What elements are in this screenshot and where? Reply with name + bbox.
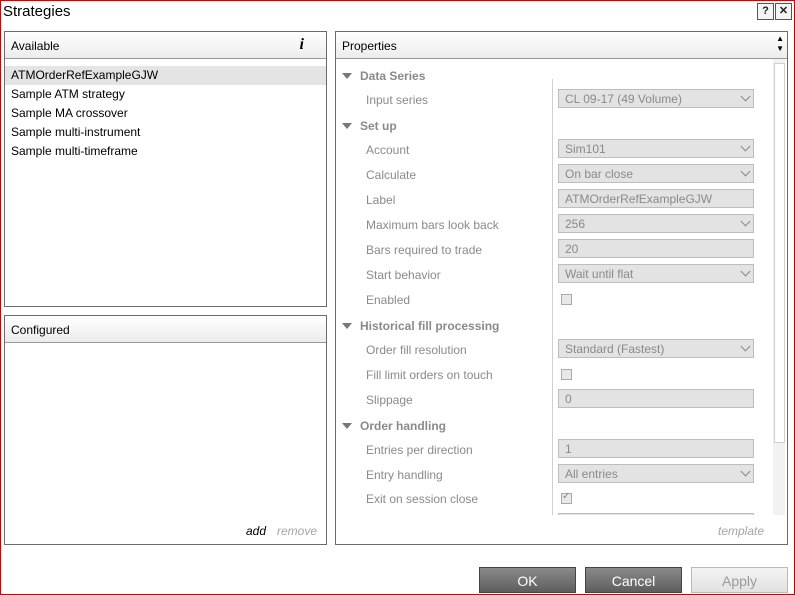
info-icon[interactable]: i <box>300 36 304 54</box>
property-checkbox[interactable] <box>561 491 572 505</box>
property-value: Sim101 <box>565 142 606 156</box>
chevron-down-icon[interactable] <box>740 141 751 152</box>
configured-title: Configured <box>11 323 70 337</box>
chevron-down-icon[interactable] <box>740 466 751 477</box>
add-link[interactable]: add <box>246 524 266 538</box>
property-label: Account <box>366 143 410 157</box>
sort-arrows-icon[interactable]: ▲ ▼ <box>776 34 784 54</box>
property-grid: Data Series Input series CL 09-17 (49 Volu… <box>336 59 772 515</box>
property-dropdown[interactable]: All entries <box>558 463 754 483</box>
strategies-window: Strategies ? ✕ Available i ATMOrderRefEx… <box>0 0 795 595</box>
title-bar[interactable]: Strategies ? ✕ <box>1 1 794 23</box>
list-item[interactable]: Sample multi-timeframe <box>5 142 326 161</box>
property-input[interactable]: ATMOrderRefExampleGJW <box>558 189 754 208</box>
property-input[interactable]: 0 <box>558 389 754 408</box>
category-label: Data Series <box>360 69 426 83</box>
configured-header: Configured <box>5 316 326 343</box>
list-item[interactable]: Sample MA crossover <box>5 104 326 123</box>
property-label: Entries per direction <box>366 443 473 457</box>
property-label: Fill limit orders on touch <box>366 368 493 382</box>
property-value: On bar close <box>565 167 634 181</box>
ok-button[interactable]: OK <box>479 567 576 593</box>
properties-panel: Properties ▲ ▼ Data Series Input series CL … <box>335 31 788 545</box>
property-input[interactable]: 20 <box>558 239 754 258</box>
close-button[interactable]: ✕ <box>775 3 792 20</box>
remove-link[interactable]: remove <box>277 524 317 538</box>
property-label: Start behavior <box>366 268 441 282</box>
property-label: Entry handling <box>366 467 443 482</box>
available-panel: Available i ATMOrderRefExampleGJW Sample … <box>4 31 327 307</box>
property-label: Bars required to trade <box>366 243 483 257</box>
available-title: Available <box>11 39 60 53</box>
property-dropdown[interactable]: 256 <box>558 214 754 233</box>
property-dropdown[interactable]: CL 09-17 (49 Volume) <box>558 89 754 108</box>
property-value: Wait until flat <box>565 267 634 281</box>
available-list: ATMOrderRefExampleGJW Sample ATM strategy… <box>5 66 326 161</box>
property-label: Slippage <box>366 393 413 407</box>
category-header[interactable]: Set up <box>342 116 397 136</box>
configured-panel: Configured add remove <box>4 315 327 545</box>
property-checkbox[interactable] <box>561 294 572 305</box>
property-value: ATMOrderRefExampleGJW <box>565 192 713 206</box>
chevron-down-icon[interactable] <box>740 166 751 177</box>
cancel-button[interactable]: Cancel <box>585 567 682 593</box>
property-dropdown[interactable]: Sim101 <box>558 139 754 158</box>
collapse-triangle-icon[interactable] <box>342 72 352 79</box>
property-label: Enabled <box>366 293 411 307</box>
collapse-triangle-icon[interactable] <box>342 422 352 429</box>
property-label: Order fill resolution <box>366 343 467 357</box>
list-item[interactable]: ATMOrderRefExampleGJW <box>5 66 326 85</box>
chevron-down-icon[interactable] <box>740 266 751 277</box>
chevron-down-icon[interactable] <box>740 341 751 352</box>
collapse-triangle-icon[interactable] <box>342 322 352 329</box>
property-value: 20 <box>565 242 579 256</box>
chevron-down-icon[interactable] <box>740 91 751 102</box>
close-icon: ✕ <box>778 5 789 17</box>
property-value: CL 09-17 (49 Volume) <box>565 92 682 106</box>
collapse-triangle-icon[interactable] <box>342 122 352 129</box>
properties-title: Properties <box>342 39 397 53</box>
grid-divider[interactable] <box>552 79 553 515</box>
category-label: Order handling <box>360 419 447 433</box>
property-value: Standard (Fastest) <box>565 342 665 356</box>
category-label: Set up <box>360 119 397 133</box>
category-label: Historical fill processing <box>360 319 500 333</box>
chevron-down-icon[interactable] <box>740 216 751 227</box>
property-dropdown[interactable]: On bar close <box>558 164 754 183</box>
category-header[interactable]: Historical fill processing <box>342 316 499 336</box>
property-label: Exit on session close <box>366 492 479 507</box>
properties-header: Properties ▲ ▼ <box>336 32 787 59</box>
property-value: 1 <box>565 442 572 456</box>
category-header[interactable]: Data Series <box>342 66 425 86</box>
property-dropdown[interactable]: Standard (Fastest) <box>558 339 754 358</box>
template-link[interactable]: template <box>718 524 764 538</box>
help-button[interactable]: ? <box>757 3 774 20</box>
category-header[interactable]: Order handling <box>342 416 446 436</box>
property-value: 256 <box>565 217 586 231</box>
property-label: Input series <box>366 93 429 107</box>
property-value: 0 <box>565 392 572 406</box>
window-title: Strategies <box>3 3 71 20</box>
list-item[interactable]: Sample ATM strategy <box>5 85 326 104</box>
property-scrollbar[interactable] <box>773 59 785 515</box>
property-input[interactable]: 1 <box>558 439 754 458</box>
property-input[interactable] <box>558 513 754 515</box>
property-dropdown[interactable]: Wait until flat <box>558 264 754 283</box>
property-label: Maximum bars look back <box>366 218 499 232</box>
property-label: Calculate <box>366 168 417 182</box>
available-header: Available i <box>5 32 326 59</box>
property-label: Label <box>366 193 396 207</box>
property-checkbox[interactable] <box>561 369 572 380</box>
scrollbar-thumb[interactable] <box>774 63 785 443</box>
apply-button[interactable]: Apply <box>691 567 788 593</box>
property-value: All entries <box>565 466 618 481</box>
list-item[interactable]: Sample multi-instrument <box>5 123 326 142</box>
